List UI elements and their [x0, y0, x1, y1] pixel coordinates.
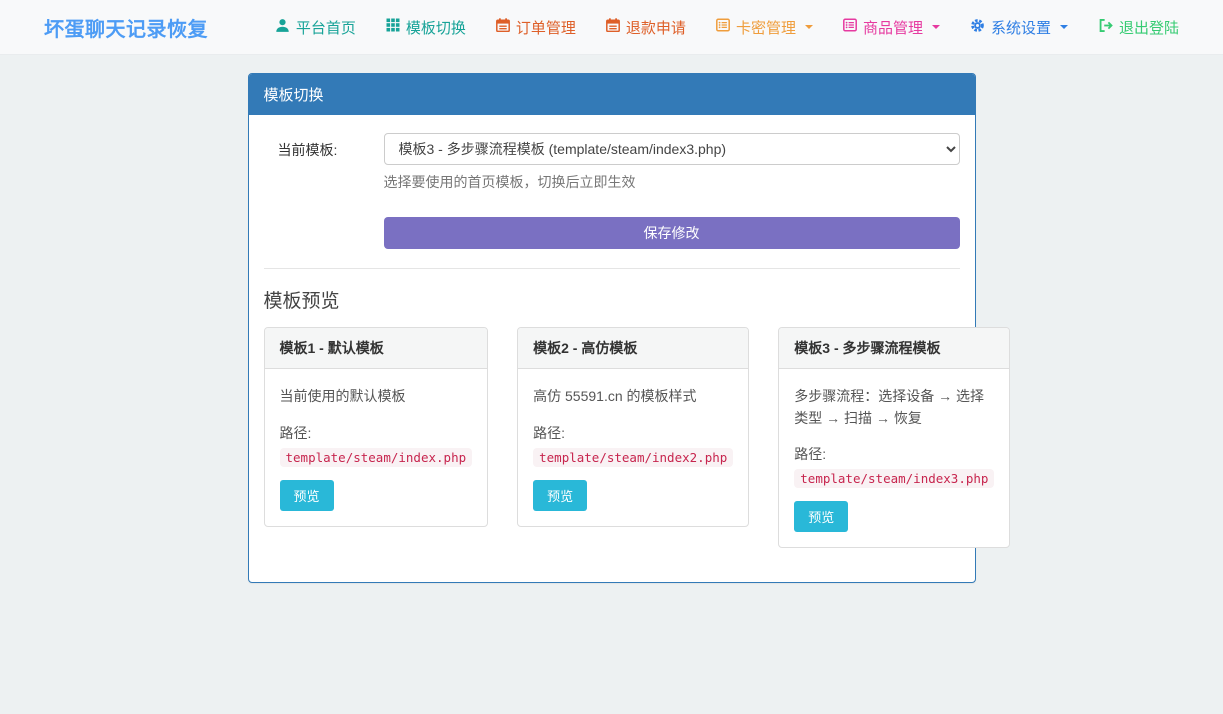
- template-path-code: template/steam/index.php: [280, 448, 473, 467]
- gear-icon: [970, 18, 985, 37]
- template-switch-panel: 模板切换 当前模板: 模板3 - 多步骤流程模板 (template/steam…: [248, 73, 976, 583]
- panel-title: 模板切换: [249, 74, 975, 115]
- path-label: 路径:: [794, 444, 994, 464]
- section-divider: [264, 268, 960, 269]
- nav-item-refund-request[interactable]: 退款申请: [606, 17, 686, 38]
- nav-menu: 平台首页 模板切换 订单管理: [275, 17, 1179, 38]
- current-template-label: 当前模板:: [278, 133, 384, 192]
- save-control: 保存修改: [384, 217, 960, 249]
- template-select-help-text: 选择要使用的首页模板，切换后立即生效: [384, 172, 960, 192]
- calendar-icon: [606, 18, 620, 36]
- template-card-3: 模板3 - 多步骤流程模板 多步骤流程：选择设备 → 选择类型 → 扫描 → 恢…: [778, 327, 1010, 548]
- current-template-form-row: 当前模板: 模板3 - 多步骤流程模板 (template/steam/inde…: [264, 133, 960, 192]
- nav-item-platform-home[interactable]: 平台首页: [275, 17, 356, 38]
- nav-item-label: 平台首页: [296, 17, 356, 38]
- brand-title[interactable]: 坏蛋聊天记录恢复: [44, 13, 208, 42]
- list-icon: [716, 18, 730, 36]
- preview-button-1[interactable]: 预览: [280, 480, 334, 511]
- save-row-spacer: [278, 217, 384, 249]
- template-card-2: 模板2 - 高仿模板 高仿 55591.cn 的模板样式 路径: templat…: [517, 327, 749, 527]
- preview-button-3[interactable]: 预览: [794, 501, 848, 532]
- template-path-code: template/steam/index2.php: [533, 448, 733, 467]
- preview-section-heading: 模板预览: [264, 286, 960, 313]
- current-template-control: 模板3 - 多步骤流程模板 (template/steam/index3.php…: [384, 133, 960, 192]
- calendar-icon: [496, 18, 510, 36]
- template-card-1: 模板1 - 默认模板 当前使用的默认模板 路径: template/steam/…: [264, 327, 489, 527]
- template-card-title: 模板2 - 高仿模板: [518, 328, 748, 369]
- nav-item-logout[interactable]: 退出登陆: [1098, 17, 1179, 38]
- chevron-down-icon: [1060, 25, 1068, 29]
- navbar: 坏蛋聊天记录恢复 平台首页 模板切换: [0, 0, 1223, 55]
- template-card-title: 模板1 - 默认模板: [265, 328, 488, 369]
- template-card-description: 高仿 55591.cn 的模板样式: [533, 386, 733, 408]
- user-icon: [275, 18, 290, 37]
- list-icon: [843, 18, 857, 36]
- nav-item-label: 系统设置: [991, 17, 1051, 38]
- template-card-description: 多步骤流程：选择设备 → 选择类型 → 扫描 → 恢复: [794, 386, 994, 429]
- template-card-body: 高仿 55591.cn 的模板样式 路径: template/steam/ind…: [518, 369, 748, 526]
- nav-item-template-switch[interactable]: 模板切换: [386, 17, 466, 38]
- nav-item-product-management[interactable]: 商品管理: [843, 17, 940, 38]
- template-card-description: 当前使用的默认模板: [280, 386, 473, 408]
- path-label: 路径:: [533, 423, 733, 443]
- logout-icon: [1098, 18, 1113, 37]
- main-content: 模板切换 当前模板: 模板3 - 多步骤流程模板 (template/steam…: [248, 73, 976, 583]
- panel-body: 当前模板: 模板3 - 多步骤流程模板 (template/steam/inde…: [249, 115, 975, 582]
- save-form-row: 保存修改: [264, 217, 960, 249]
- save-button[interactable]: 保存修改: [384, 217, 960, 249]
- nav-item-system-settings[interactable]: 系统设置: [970, 17, 1068, 38]
- path-label: 路径:: [280, 423, 473, 443]
- nav-item-label: 退款申请: [626, 17, 686, 38]
- grid-icon: [386, 18, 400, 36]
- nav-item-label: 模板切换: [406, 17, 466, 38]
- template-select[interactable]: 模板3 - 多步骤流程模板 (template/steam/index3.php…: [384, 133, 960, 165]
- nav-item-card-key-management[interactable]: 卡密管理: [716, 17, 813, 38]
- nav-item-label: 退出登陆: [1119, 17, 1179, 38]
- chevron-down-icon: [805, 25, 813, 29]
- template-cards-row: 模板1 - 默认模板 当前使用的默认模板 路径: template/steam/…: [264, 327, 960, 548]
- chevron-down-icon: [932, 25, 940, 29]
- nav-item-order-management[interactable]: 订单管理: [496, 17, 576, 38]
- template-card-body: 多步骤流程：选择设备 → 选择类型 → 扫描 → 恢复 路径: template…: [779, 369, 1009, 547]
- template-path-code: template/steam/index3.php: [794, 469, 994, 488]
- nav-item-label: 订单管理: [516, 17, 576, 38]
- template-card-body: 当前使用的默认模板 路径: template/steam/index.php 预…: [265, 369, 488, 526]
- nav-item-label: 卡密管理: [736, 17, 796, 38]
- template-card-title: 模板3 - 多步骤流程模板: [779, 328, 1009, 369]
- nav-item-label: 商品管理: [863, 17, 923, 38]
- preview-button-2[interactable]: 预览: [533, 480, 587, 511]
